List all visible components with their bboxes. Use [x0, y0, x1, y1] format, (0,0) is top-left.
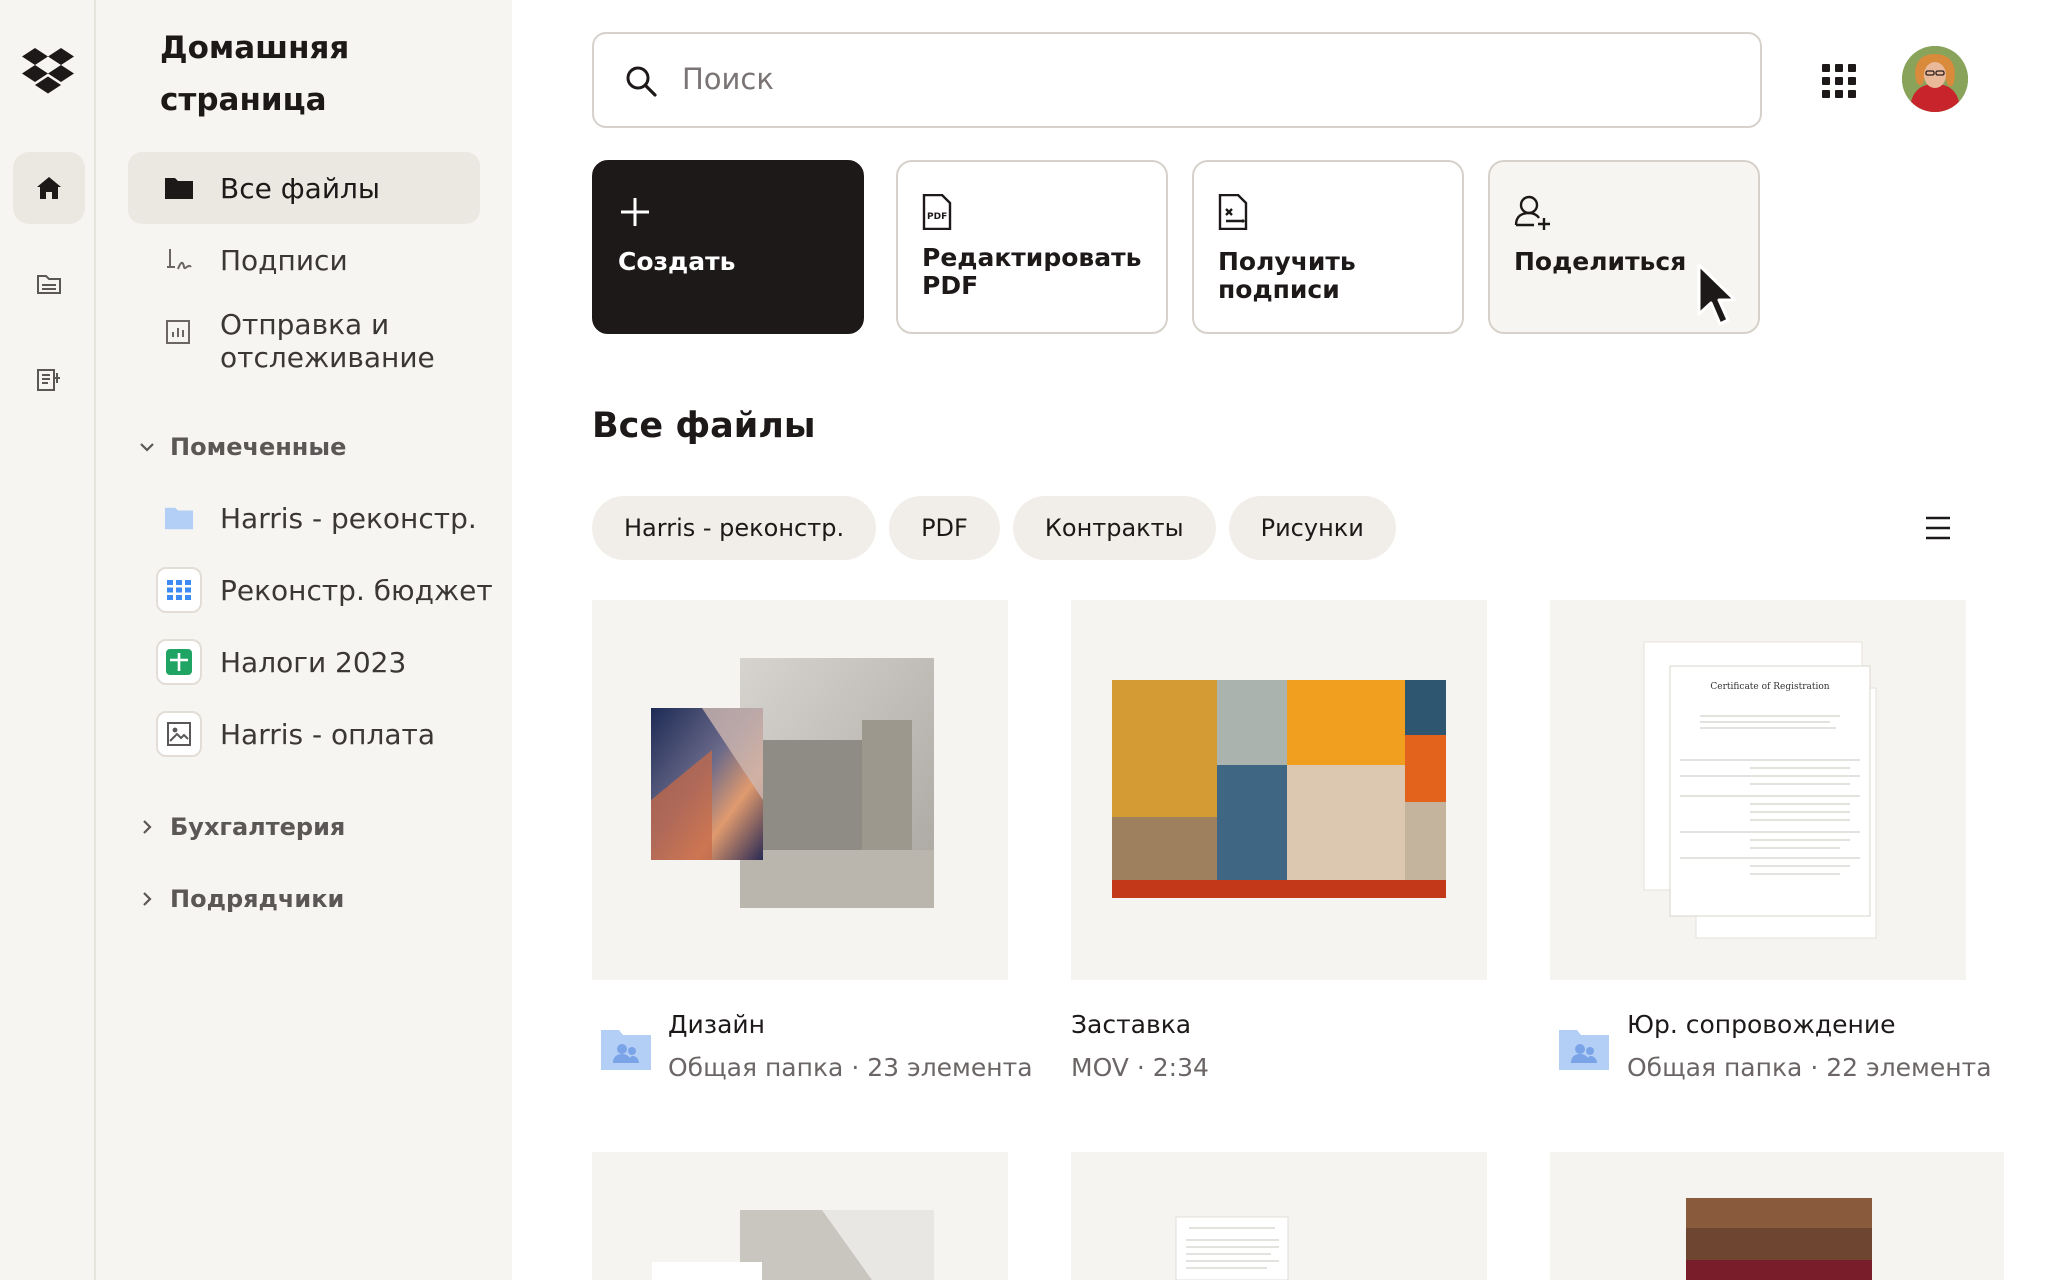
file-details: Общая папка · 22 элемента [1627, 1053, 1992, 1082]
create-button[interactable]: Создать [592, 160, 864, 334]
avatar[interactable] [1902, 46, 1968, 112]
create-label: Создать [618, 247, 736, 276]
accounting-section-toggle[interactable]: Бухгалтерия [136, 807, 345, 847]
chevron-right-icon [136, 888, 158, 910]
file-meta: Юр. сопровождение Общая папка · 22 элеме… [1627, 1010, 1992, 1082]
file-thumbnail-design[interactable] [592, 600, 1008, 980]
file-name[interactable]: Заставка [1071, 1010, 1209, 1039]
filter-chip[interactable]: Рисунки [1228, 496, 1396, 560]
icon-rail [0, 0, 96, 1280]
starred-section-toggle[interactable]: Помеченные [136, 427, 346, 467]
file-thumbnail[interactable] [1071, 1152, 1487, 1280]
chart-icon [164, 318, 192, 350]
share-user-icon [1514, 192, 1554, 232]
app-grid-icon[interactable] [1822, 64, 1856, 98]
sidebar-item-label: Подписи [220, 243, 348, 277]
sign-doc-icon [1218, 192, 1258, 232]
pdf-icon: PDF [922, 192, 962, 232]
get-signatures-button[interactable]: Получить подписи [1192, 160, 1464, 334]
file-meta: Дизайн Общая папка · 23 элемента [668, 1010, 1033, 1082]
sidebar-item-all-files[interactable]: Все файлы [128, 152, 480, 224]
file-thumbnail-splash[interactable] [1071, 600, 1487, 980]
search-icon [624, 64, 658, 102]
green-sheet-icon [156, 639, 202, 685]
signature-icon [164, 245, 194, 275]
filter-chip[interactable]: Harris - реконстр. [592, 496, 877, 560]
sidebar-item-label: Harris - реконстр. [220, 501, 477, 535]
home-icon [37, 177, 61, 199]
rail-home-button[interactable] [13, 152, 85, 224]
starred-section-label: Помеченные [170, 433, 347, 461]
shared-folder-icon [601, 1030, 651, 1070]
file-meta: Заставка MOV · 2:34 [1071, 1010, 1209, 1082]
sidebar: Домашняя страница Все файлы Подписи Отпр… [96, 0, 512, 1280]
sidebar-item-label: Реконстр. бюджет [220, 573, 493, 607]
rail-files-button[interactable] [13, 248, 85, 320]
folder-icon [164, 173, 194, 203]
section-label: Бухгалтерия [170, 813, 346, 841]
image-file-icon [156, 711, 202, 757]
document-list-icon [37, 369, 60, 391]
spreadsheet-icon [156, 567, 202, 613]
shared-folder-icon [1559, 1030, 1609, 1070]
sidebar-item-send-and-track[interactable]: Отправка и отслеживание [128, 304, 480, 400]
starred-item-renovation-budget[interactable]: Реконстр. бюджет [128, 554, 493, 626]
plus-icon [618, 192, 658, 232]
list-view-icon[interactable] [1924, 515, 1952, 541]
edit-pdf-button[interactable]: PDF Редактировать PDF [896, 160, 1168, 334]
file-name[interactable]: Юр. сопровождение [1627, 1010, 1992, 1039]
filter-chips: Harris - реконстр. PDF Контракты Рисунки [592, 496, 1396, 560]
file-thumbnail[interactable] [1550, 1152, 2004, 1280]
mouse-cursor-icon [1697, 263, 1737, 326]
starred-item-taxes-2023[interactable]: Налоги 2023 [128, 626, 480, 698]
folder-icon [164, 503, 194, 533]
page-title: Домашняя страница [160, 30, 350, 118]
sidebar-item-signatures[interactable]: Подписи [128, 224, 480, 296]
document-title: Certificate of Registration [1710, 682, 1830, 692]
file-details: MOV · 2:34 [1071, 1053, 1209, 1082]
file-name[interactable]: Дизайн [668, 1010, 1033, 1039]
chevron-down-icon [136, 436, 158, 458]
contractors-section-toggle[interactable]: Подрядчики [136, 879, 344, 919]
chevron-right-icon [136, 816, 158, 838]
filter-chip[interactable]: PDF [889, 496, 1000, 560]
file-thumbnail[interactable] [592, 1152, 1008, 1280]
section-label: Подрядчики [170, 885, 345, 913]
starred-item-harris-renovation[interactable]: Harris - реконстр. [128, 482, 480, 554]
sidebar-item-label: Harris - оплата [220, 717, 435, 751]
file-thumbnail-legal[interactable]: Certificate of Registration [1550, 600, 1966, 980]
search-input[interactable]: Поиск [592, 32, 1762, 128]
sidebar-item-label: Все файлы [220, 171, 381, 205]
sidebar-item-label: Отправка и отслеживание [220, 308, 435, 374]
sidebar-item-label: Налоги 2023 [220, 645, 407, 679]
svg-text:PDF: PDF [927, 212, 947, 222]
folder-outline-icon [37, 275, 61, 294]
rail-activity-button[interactable] [13, 344, 85, 416]
search-placeholder: Поиск [682, 62, 774, 96]
edit-pdf-label: Редактировать PDF [922, 243, 1142, 300]
dropbox-logo-icon[interactable] [22, 48, 74, 94]
filter-chip[interactable]: Контракты [1012, 496, 1216, 560]
file-details: Общая папка · 23 элемента [668, 1053, 1033, 1082]
starred-item-harris-payment[interactable]: Harris - оплата [128, 698, 480, 770]
section-title: Все файлы [592, 406, 816, 446]
get-signatures-label: Получить подписи [1218, 247, 1356, 304]
